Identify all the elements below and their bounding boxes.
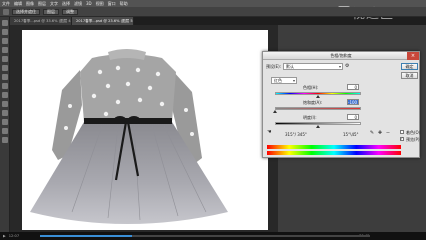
- dialog-title-text: 色相/饱和度: [330, 53, 352, 58]
- document-canvas[interactable]: [22, 30, 268, 230]
- saturation-slider-thumb[interactable]: [273, 110, 277, 113]
- channel-select[interactable]: 红色 ▾: [271, 77, 297, 84]
- eyedropper-plus-icon[interactable]: ✚: [377, 130, 383, 136]
- tab-document-1[interactable]: 2017春季...psd @ 33.6% (图层 4, RGB/8#): [10, 17, 72, 25]
- gradient-tool-icon[interactable]: [2, 101, 8, 107]
- preset-options-icon[interactable]: ⚙: [345, 64, 350, 69]
- preset-label: 预设(E):: [266, 64, 281, 69]
- playback-progress-bar[interactable]: [40, 235, 370, 237]
- menu-3d[interactable]: 3D: [86, 1, 92, 6]
- chevron-down-icon: ▾: [292, 78, 295, 83]
- menu-image[interactable]: 图像: [26, 1, 34, 7]
- adjust-button[interactable]: 调整: [62, 8, 78, 15]
- type-tool-icon[interactable]: [2, 119, 8, 125]
- channel-value: 红色: [274, 78, 282, 83]
- close-icon[interactable]: ×: [407, 52, 419, 60]
- preset-select[interactable]: 默认 ▾: [283, 63, 343, 70]
- saturation-slider[interactable]: [275, 107, 361, 110]
- cancel-button[interactable]: 取消: [401, 72, 418, 79]
- brush-tool-icon[interactable]: [2, 74, 8, 80]
- options-bar: 选择并遮住 图层 调整: [0, 7, 426, 17]
- lightness-field[interactable]: 0: [347, 114, 359, 120]
- color-range-bar-bottom: [267, 151, 401, 155]
- chevron-down-icon: ▾: [338, 64, 341, 69]
- targeted-adjust-hand-icon[interactable]: ☚: [267, 130, 272, 135]
- menu-window[interactable]: 窗口: [108, 1, 116, 7]
- hue-label: 色相(H):: [303, 85, 319, 90]
- marquee-tool-icon[interactable]: [2, 29, 8, 35]
- hand-tool-icon[interactable]: [2, 128, 8, 134]
- menu-file[interactable]: 文件: [2, 1, 10, 7]
- play-icon[interactable]: ▶: [3, 234, 6, 238]
- hue-slider-thumb[interactable]: [316, 95, 320, 98]
- dress-image: [30, 49, 228, 224]
- current-time: 12:07: [8, 234, 20, 238]
- lasso-tool-icon[interactable]: [2, 38, 8, 44]
- menu-select[interactable]: 选择: [62, 1, 70, 7]
- preview-checkbox[interactable]: [400, 136, 404, 141]
- preview-label: 预览(P): [406, 137, 420, 142]
- range-right-readout: 15°\45°: [343, 132, 359, 137]
- lightness-slider-thumb[interactable]: [316, 125, 320, 128]
- canvas-area[interactable]: [10, 25, 278, 232]
- tool-preset-icon[interactable]: [3, 8, 9, 15]
- saturation-field[interactable]: -100: [347, 99, 359, 105]
- menu-filter[interactable]: 滤镜: [74, 1, 82, 7]
- colorize-label: 着色(O): [406, 130, 421, 135]
- colorize-checkbox[interactable]: [400, 130, 404, 134]
- menu-layer[interactable]: 图层: [38, 1, 46, 7]
- menu-type[interactable]: 文字: [50, 1, 58, 7]
- lightness-label: 明度(I):: [303, 115, 317, 120]
- select-and-mask-button[interactable]: 选择并遮住: [12, 8, 40, 15]
- stamp-tool-icon[interactable]: [2, 83, 8, 89]
- quick-select-tool-icon[interactable]: [2, 47, 8, 53]
- pen-tool-icon[interactable]: [2, 110, 8, 116]
- dialog-title: 色相/饱和度 ×: [263, 52, 419, 60]
- preset-value: 默认: [286, 64, 294, 69]
- saturation-label: 饱和度(A):: [303, 100, 323, 105]
- eraser-tool-icon[interactable]: [2, 92, 8, 98]
- eyedropper-tool-icon[interactable]: [2, 65, 8, 71]
- color-range-bar-top: [267, 145, 401, 149]
- menu-edit[interactable]: 编辑: [14, 1, 22, 7]
- layer-button[interactable]: 图层: [43, 8, 59, 15]
- move-tool-icon[interactable]: [2, 20, 8, 26]
- playback-progress-fill: [40, 235, 133, 237]
- hue-saturation-dialog: 色相/饱和度 × 预设(E): 默认 ▾ ⚙ 确定 取消 红色 ▾ 色相(H):…: [262, 51, 420, 158]
- tab-document-2[interactable]: 2017春季...psd @ 23.6% (图层 5 副本, RGB/8#): [72, 17, 134, 25]
- document-tabs: 2017春季...psd @ 33.6% (图层 4, RGB/8#) 2017…: [10, 17, 134, 25]
- menu-help[interactable]: 帮助: [120, 1, 128, 7]
- eyedropper-icon[interactable]: ✎: [369, 130, 375, 136]
- tools-panel: [0, 17, 10, 232]
- menu-view[interactable]: 视图: [96, 1, 104, 7]
- ok-button[interactable]: 确定: [401, 63, 418, 70]
- eyedropper-minus-icon[interactable]: −: [385, 130, 391, 136]
- crop-tool-icon[interactable]: [2, 56, 8, 62]
- zoom-tool-icon[interactable]: [2, 137, 8, 143]
- range-left-readout: 315°/ 345°: [285, 132, 307, 137]
- hue-field[interactable]: 0: [347, 84, 359, 90]
